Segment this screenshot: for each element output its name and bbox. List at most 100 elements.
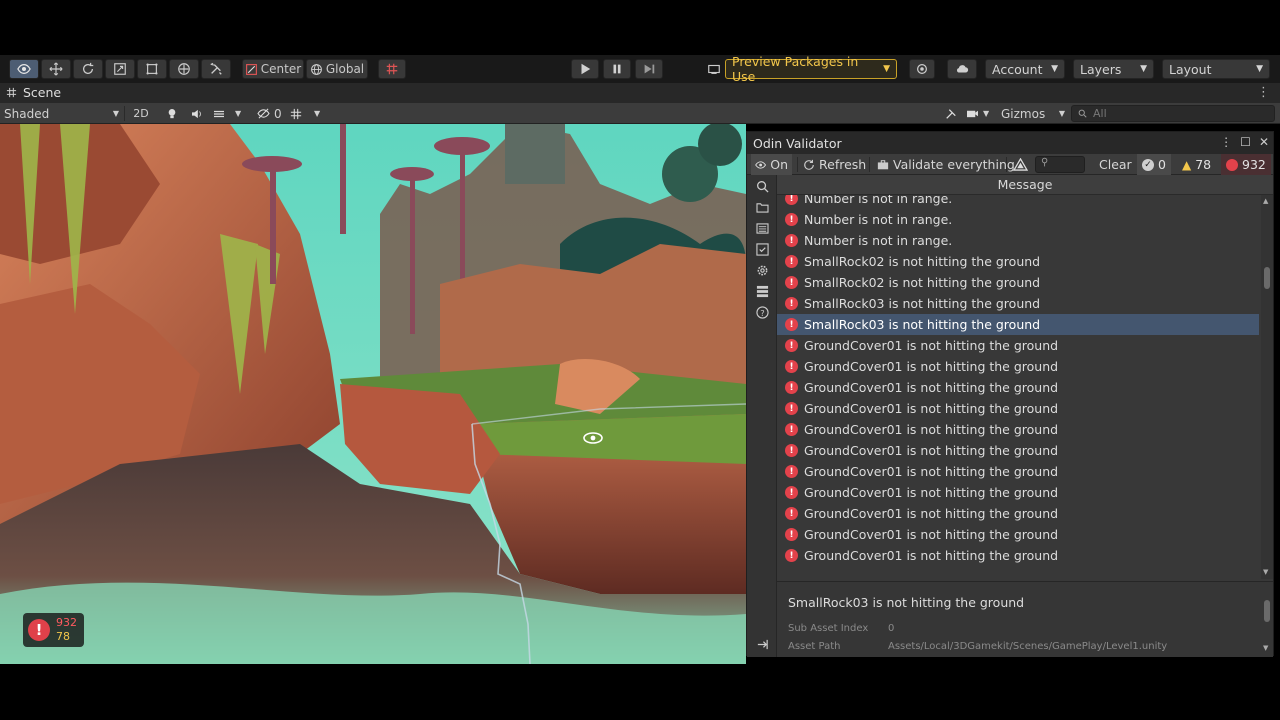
odin-logo-icon bbox=[1013, 158, 1028, 171]
tab-scene[interactable]: Scene bbox=[6, 85, 61, 100]
message-row[interactable]: ! GroundCover01 is not hitting the ground bbox=[777, 419, 1259, 440]
collab-button[interactable] bbox=[909, 59, 935, 79]
grid-settings-dropdown[interactable]: ▼ bbox=[290, 105, 326, 122]
camera-dropdown[interactable]: ▼ bbox=[966, 105, 996, 122]
effects-dropdown[interactable]: ▼ bbox=[213, 105, 249, 122]
message-row[interactable]: ! SmallRock03 is not hitting the ground bbox=[777, 293, 1259, 314]
stack-icon[interactable] bbox=[753, 282, 771, 300]
message-row[interactable]: ! SmallRock02 is not hitting the ground bbox=[777, 251, 1259, 272]
transform-tool-button[interactable] bbox=[169, 59, 199, 79]
message-list-scrollbar[interactable]: ▲ ▼ bbox=[1261, 195, 1273, 579]
scene-tab-menu-icon[interactable]: ⋮ bbox=[1257, 85, 1270, 100]
move-icon bbox=[49, 62, 63, 76]
package-manager-button[interactable] bbox=[703, 59, 725, 79]
collab-icon bbox=[917, 64, 927, 74]
scroll-down-icon[interactable]: ▼ bbox=[1263, 568, 1268, 576]
message-row[interactable]: ! SmallRock02 is not hitting the ground bbox=[777, 272, 1259, 293]
odin-search-input[interactable]: ⚲ bbox=[1035, 156, 1085, 173]
clear-button[interactable]: Clear bbox=[1095, 154, 1136, 175]
message-row[interactable]: ! GroundCover01 is not hitting the ground bbox=[777, 461, 1259, 482]
error-circle-icon: ! bbox=[785, 402, 798, 415]
odin-logo-button[interactable] bbox=[1009, 154, 1032, 175]
step-icon bbox=[644, 64, 655, 74]
message-row[interactable]: ! Number is not in range. bbox=[777, 195, 1259, 209]
message-row[interactable]: ! Number is not in range. bbox=[777, 209, 1259, 230]
gear-icon[interactable] bbox=[753, 261, 771, 279]
letterbox-top bbox=[0, 0, 1280, 55]
details-scrollbar[interactable]: ▼ bbox=[1263, 586, 1271, 654]
scale-tool-button[interactable] bbox=[105, 59, 135, 79]
scene-tools-button[interactable] bbox=[942, 105, 960, 122]
asset-path-row: Asset Path Assets/Local/3DGamekit/Scenes… bbox=[788, 641, 1167, 652]
details-scroll-thumb[interactable] bbox=[1264, 600, 1270, 622]
rotate-icon bbox=[83, 62, 94, 74]
message-row[interactable]: ! Number is not in range. bbox=[777, 230, 1259, 251]
search-icon[interactable] bbox=[753, 177, 771, 195]
layout-dropdown[interactable]: Layout ▼ bbox=[1162, 59, 1270, 79]
pivot-center-button[interactable]: Center bbox=[242, 59, 304, 79]
refresh-button[interactable]: Refresh bbox=[799, 154, 870, 175]
package-icon bbox=[708, 64, 720, 74]
message-row[interactable]: ! GroundCover01 is not hitting the ground bbox=[777, 503, 1259, 524]
scroll-down-icon[interactable]: ▼ bbox=[1263, 644, 1268, 652]
error-circle-icon: ! bbox=[785, 465, 798, 478]
message-row[interactable]: ! GroundCover01 is not hitting the ground bbox=[777, 356, 1259, 377]
validator-overlay-counter[interactable]: ! 932 78 bbox=[23, 613, 84, 647]
shading-mode-label: Shaded bbox=[4, 106, 50, 121]
error-circle-icon: ! bbox=[785, 381, 798, 394]
close-icon[interactable]: ✕ bbox=[1259, 135, 1269, 149]
message-row[interactable]: ! GroundCover01 is not hitting the ground bbox=[777, 545, 1259, 566]
live-validation-toggle[interactable]: On bbox=[751, 154, 792, 175]
scroll-up-icon[interactable]: ▲ bbox=[1263, 197, 1268, 205]
custom-tool-button[interactable] bbox=[201, 59, 231, 79]
move-tool-button[interactable] bbox=[41, 59, 71, 79]
scroll-thumb[interactable] bbox=[1264, 267, 1270, 289]
scene-toolbar: Shaded ▼ 2D ▼ 0 ▼ ▼ Gizmos ▼ All bbox=[0, 103, 1280, 124]
message-row[interactable]: ! GroundCover01 is not hitting the ground bbox=[777, 440, 1259, 461]
grid-snap-button[interactable] bbox=[378, 59, 406, 79]
checklist-icon[interactable] bbox=[753, 240, 771, 258]
window-menu-icon[interactable]: ⋮ bbox=[1220, 135, 1232, 149]
cloud-button[interactable] bbox=[947, 59, 977, 79]
rect-tool-button[interactable] bbox=[137, 59, 167, 79]
message-row[interactable]: ! GroundCover01 is not hitting the ground bbox=[777, 335, 1259, 356]
toggle-2d-button[interactable]: 2D bbox=[130, 105, 152, 122]
message-row[interactable]: ! SmallRock03 is not hitting the ground bbox=[777, 314, 1259, 335]
rotate-tool-button[interactable] bbox=[73, 59, 103, 79]
preview-packages-dropdown[interactable]: Preview Packages in Use ▼ bbox=[725, 54, 897, 84]
message-text: GroundCover01 is not hitting the ground bbox=[804, 548, 1059, 563]
error-circle-icon: ! bbox=[785, 213, 798, 226]
message-row[interactable]: ! GroundCover01 is not hitting the ground bbox=[777, 524, 1259, 545]
step-button[interactable] bbox=[635, 59, 663, 79]
message-row[interactable]: ! GroundCover01 is not hitting the ground bbox=[777, 377, 1259, 398]
validate-everything-button[interactable]: Validate everything bbox=[873, 154, 1019, 175]
message-list: ! Number is not in range.! Number is not i… bbox=[777, 195, 1261, 579]
scene-search-input[interactable]: All bbox=[1071, 105, 1275, 122]
gizmos-dropdown[interactable]: Gizmos ▼ bbox=[1001, 105, 1065, 122]
scene-visibility-toggle[interactable]: 0 bbox=[257, 105, 285, 122]
maximize-icon[interactable]: ☐ bbox=[1240, 135, 1251, 149]
audio-toggle[interactable] bbox=[188, 105, 206, 122]
pivot-global-button[interactable]: Global bbox=[306, 59, 368, 79]
account-dropdown[interactable]: Account ▼ bbox=[985, 59, 1065, 79]
layers-dropdown[interactable]: Layers ▼ bbox=[1073, 59, 1154, 79]
shading-mode-dropdown[interactable]: Shaded ▼ bbox=[4, 105, 119, 122]
info-filter-toggle[interactable]: ✓ 0 bbox=[1137, 154, 1171, 175]
lighting-toggle[interactable] bbox=[163, 105, 181, 122]
pause-button[interactable] bbox=[603, 59, 631, 79]
sub-asset-index-label: Sub Asset Index bbox=[788, 623, 869, 634]
pivot-global-label: Global bbox=[325, 62, 365, 76]
view-tool-button[interactable] bbox=[9, 59, 39, 79]
warning-filter-toggle[interactable]: ▲ 78 bbox=[1177, 154, 1216, 175]
help-icon[interactable]: ? bbox=[753, 303, 771, 321]
message-column-header[interactable]: Message bbox=[777, 175, 1273, 195]
list-icon[interactable] bbox=[753, 219, 771, 237]
scene-viewport[interactable] bbox=[0, 124, 746, 664]
folder-icon[interactable] bbox=[753, 198, 771, 216]
message-row[interactable]: ! GroundCover01 is not hitting the ground bbox=[777, 482, 1259, 503]
layers-label: Layers bbox=[1080, 61, 1122, 77]
message-row[interactable]: ! GroundCover01 is not hitting the ground bbox=[777, 398, 1259, 419]
error-filter-toggle[interactable]: 932 bbox=[1221, 154, 1271, 175]
collapse-panel-icon[interactable] bbox=[753, 635, 771, 653]
play-button[interactable] bbox=[571, 59, 599, 79]
